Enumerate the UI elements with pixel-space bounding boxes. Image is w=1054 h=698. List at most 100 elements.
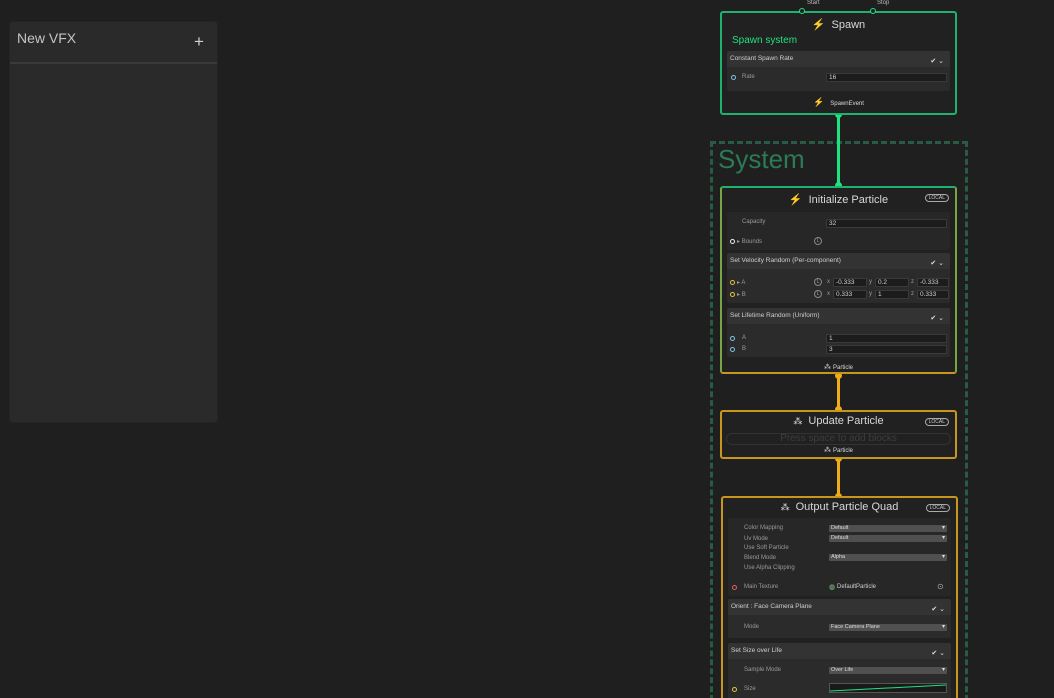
local-space-badge[interactable]: LOCAL <box>924 194 949 202</box>
vfx-graph-canvas[interactable]: New VFX + System Start Stop ⚡ Spawn Spawn… <box>0 0 1054 698</box>
particle-icon: ⁂ <box>793 416 803 426</box>
block-header: Set Size over Life ✔ ⌄ <box>728 643 951 659</box>
block-enabled-toggle[interactable]: ✔ ⌄ <box>931 602 945 618</box>
add-property-button[interactable]: + <box>194 32 204 52</box>
stop-port[interactable] <box>870 8 876 14</box>
mode-dropdown[interactable]: Face Camera Plane <box>829 624 947 631</box>
start-port-label: Start <box>807 0 820 6</box>
block-enabled-toggle[interactable]: ✔ ⌄ <box>930 311 944 327</box>
set-lifetime-block[interactable]: Set Lifetime Random (Uniform) ✔ ⌄ A 1 B … <box>727 308 950 357</box>
lifetime-b-port[interactable] <box>730 347 735 352</box>
flow-edge-spawn-init[interactable] <box>837 115 840 187</box>
start-port[interactable] <box>799 8 805 14</box>
stop-port-label: Stop <box>877 0 890 6</box>
local-space-badge[interactable]: LOCAL <box>925 504 950 512</box>
system-title[interactable]: System <box>718 144 805 175</box>
orient-block[interactable]: Orient : Face Camera Plane ✔ ⌄ Mode Face… <box>728 599 951 638</box>
spawn-event-row: ⚡ SpawnEvent <box>722 97 955 108</box>
block-enabled-toggle[interactable]: ✔ ⌄ <box>931 646 945 662</box>
block-title: Set Size over Life <box>731 647 782 654</box>
block-header: Constant Spawn Rate ✔ ⌄ <box>727 51 950 67</box>
init-title-row: ⚡ Initialize Particle <box>722 193 955 206</box>
output-context[interactable]: ⁂ Output Particle Quad LOCAL Color Mappin… <box>721 496 958 698</box>
size-curve-field[interactable] <box>829 683 947 693</box>
lifetime-a-port[interactable] <box>730 336 735 341</box>
a-y-field[interactable]: 0.2 <box>875 278 909 287</box>
set-velocity-block[interactable]: Set Velocity Random (Per-component) ✔ ⌄ … <box>727 253 950 303</box>
blackboard-header: New VFX + <box>10 22 217 64</box>
spawn-context[interactable]: ⚡ Spawn Spawn system Constant Spawn Rate … <box>720 11 957 115</box>
particle-icon: ⁂ <box>780 502 790 512</box>
bounds-port[interactable] <box>730 239 735 244</box>
rate-input-port[interactable] <box>731 75 736 80</box>
output-title-row: ⁂ Output Particle Quad <box>723 501 956 513</box>
initialize-context[interactable]: ⚡ Initialize Particle LOCAL Capacity 32 ▸… <box>720 186 957 374</box>
a-z-field[interactable]: -0.333 <box>917 278 949 287</box>
flow-edge-update-output[interactable] <box>837 458 840 498</box>
local-space-icon[interactable]: L <box>814 278 822 286</box>
capacity-field[interactable]: 32 <box>826 219 947 228</box>
lightning-icon: ⚡ <box>811 19 826 31</box>
a-text: A <box>741 280 746 286</box>
lifetime-a-field[interactable]: 1 <box>826 334 947 343</box>
lightning-icon: ⚡ <box>788 194 803 206</box>
sample-mode-dropdown[interactable]: Over Life <box>829 667 947 674</box>
blend-mode-dropdown[interactable]: Alpha <box>829 554 947 561</box>
update-out-label: Particle <box>832 448 853 454</box>
bounds-text: Bounds <box>741 239 763 245</box>
main-texture-port[interactable] <box>732 585 737 590</box>
b-input-port[interactable] <box>730 292 735 297</box>
init-out-row: ⁂ Particle <box>722 363 955 371</box>
particle-icon: ⁂ <box>823 364 831 371</box>
a-input-port[interactable] <box>730 280 735 285</box>
init-out-label: Particle <box>832 365 853 371</box>
update-title-row: ⁂ Update Particle <box>722 415 955 427</box>
size-port[interactable] <box>732 687 737 692</box>
block-enabled-toggle[interactable]: ✔ ⌄ <box>930 54 944 70</box>
object-picker-icon[interactable]: ⊙ <box>937 582 944 591</box>
b-z-field[interactable]: 0.333 <box>917 290 949 299</box>
spawn-subtitle[interactable]: Spawn system <box>732 35 797 46</box>
initialize-settings: Capacity 32 ▸ Bounds L <box>727 212 950 250</box>
b-label: ▸ B <box>737 292 746 298</box>
add-blocks-placeholder[interactable]: Press space to add blocks <box>726 433 951 445</box>
lifetime-b-label: B <box>742 346 747 352</box>
particle-icon: ⁂ <box>823 447 831 454</box>
lifetime-a-label: A <box>742 335 747 341</box>
x-label: x <box>827 279 830 285</box>
uv-mode-label: Uv Mode <box>744 536 769 542</box>
rate-label: Rate <box>742 74 755 80</box>
block-header: Orient : Face Camera Plane ✔ ⌄ <box>728 599 951 615</box>
block-title: Orient : Face Camera Plane <box>731 603 812 610</box>
a-label: ▸ A <box>737 280 746 286</box>
b-text: B <box>741 292 746 298</box>
blackboard-title: New VFX <box>17 30 77 46</box>
sample-mode-label: Sample Mode <box>744 667 782 673</box>
main-texture-value[interactable]: DefaultParticle <box>837 584 876 590</box>
lifetime-b-field[interactable]: 3 <box>826 345 947 354</box>
a-x-field[interactable]: -0.333 <box>833 278 867 287</box>
update-out-row: ⁂ Particle <box>722 446 955 454</box>
set-size-over-life-block[interactable]: Set Size over Life ✔ ⌄ Sample Mode Over … <box>728 643 951 698</box>
constant-spawn-rate-block[interactable]: Constant Spawn Rate ✔ ⌄ Rate 16 <box>727 51 950 91</box>
rate-field[interactable]: 16 <box>826 73 947 82</box>
local-space-icon[interactable]: L <box>814 290 822 298</box>
capacity-label: Capacity <box>742 219 766 225</box>
uv-mode-dropdown[interactable]: Default <box>829 535 947 542</box>
spawn-title-row: ⚡ Spawn <box>722 18 955 31</box>
local-space-icon[interactable]: L <box>814 237 822 245</box>
b-y-field[interactable]: 1 <box>875 290 909 299</box>
b-x-field[interactable]: 0.333 <box>833 290 867 299</box>
z-label: z <box>911 291 914 297</box>
color-mapping-dropdown[interactable]: Default <box>829 525 947 532</box>
soft-particle-label: Use Soft Particle <box>744 545 789 551</box>
local-space-badge[interactable]: LOCAL <box>924 418 949 426</box>
output-settings: Color Mapping Default Uv Mode Default Us… <box>728 518 951 596</box>
block-enabled-toggle[interactable]: ✔ ⌄ <box>930 256 944 272</box>
y-label: y <box>869 291 872 297</box>
bounds-label: ▸ Bounds <box>737 239 763 245</box>
z-label: z <box>911 279 914 285</box>
size-label: Size <box>744 686 756 692</box>
texture-icon: ◍ <box>829 584 836 591</box>
update-context[interactable]: ⁂ Update Particle LOCAL Press space to ad… <box>720 410 957 459</box>
